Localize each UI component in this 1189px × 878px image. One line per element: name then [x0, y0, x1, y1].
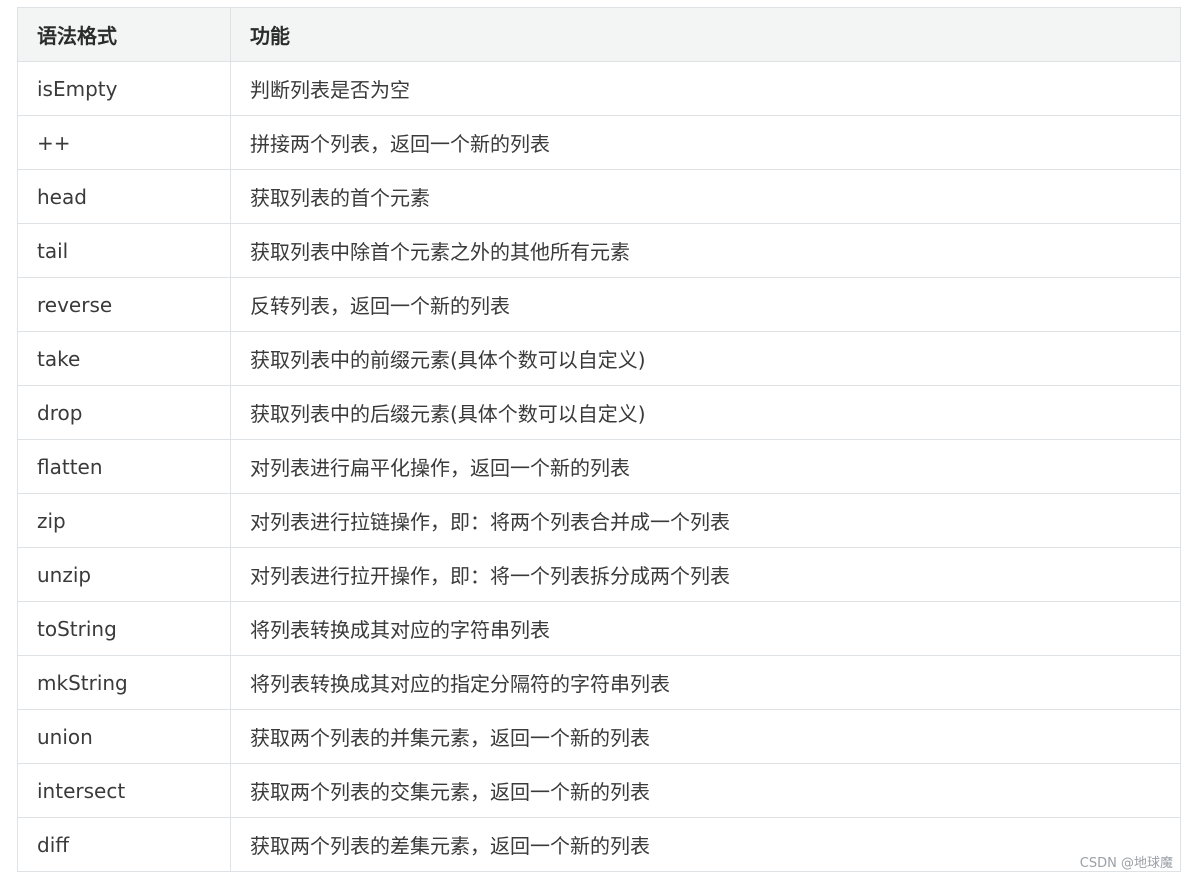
table-row: take 获取列表中的前缀元素(具体个数可以自定义)	[17, 331, 1181, 386]
syntax-cell: union	[17, 709, 231, 764]
table-row: union 获取两个列表的并集元素，返回一个新的列表	[17, 709, 1181, 764]
syntax-cell: unzip	[17, 547, 231, 602]
watermark: CSDN @地球魔	[1079, 856, 1173, 871]
syntax-cell: head	[17, 169, 231, 224]
table-body: isEmpty 判断列表是否为空 ++ 拼接两个列表，返回一个新的列表 head 获取列表…	[17, 61, 1181, 872]
function-cell: 对列表进行拉开操作，即：将一个列表拆分成两个列表	[230, 547, 1181, 602]
function-cell: 将列表转换成其对应的字符串列表	[230, 601, 1181, 656]
table-row: drop 获取列表中的后缀元素(具体个数可以自定义)	[17, 385, 1181, 440]
table-row: toString 将列表转换成其对应的字符串列表	[17, 601, 1181, 656]
table-row: head 获取列表的首个元素	[17, 169, 1181, 224]
syntax-table: 语法格式 功能 isEmpty 判断列表是否为空 ++ 拼接两个列表，返回一个新的列表…	[17, 7, 1181, 872]
syntax-cell: reverse	[17, 277, 231, 332]
syntax-cell: intersect	[17, 763, 231, 818]
function-cell: 将列表转换成其对应的指定分隔符的字符串列表	[230, 655, 1181, 710]
function-cell: 获取列表中除首个元素之外的其他所有元素	[230, 223, 1181, 278]
function-cell: 对列表进行拉链操作，即：将两个列表合并成一个列表	[230, 493, 1181, 548]
function-cell: 获取列表中的后缀元素(具体个数可以自定义)	[230, 385, 1181, 440]
table-row: unzip 对列表进行拉开操作，即：将一个列表拆分成两个列表	[17, 547, 1181, 602]
syntax-cell: flatten	[17, 439, 231, 494]
syntax-table-container: 语法格式 功能 isEmpty 判断列表是否为空 ++ 拼接两个列表，返回一个新的列表…	[17, 7, 1181, 872]
table-row: ++ 拼接两个列表，返回一个新的列表	[17, 115, 1181, 170]
table-row: intersect 获取两个列表的交集元素，返回一个新的列表	[17, 763, 1181, 818]
function-cell: 获取两个列表的交集元素，返回一个新的列表	[230, 763, 1181, 818]
table-row: flatten 对列表进行扁平化操作，返回一个新的列表	[17, 439, 1181, 494]
table-header-row: 语法格式 功能	[17, 7, 1181, 62]
function-cell: 获取列表中的前缀元素(具体个数可以自定义)	[230, 331, 1181, 386]
syntax-cell: toString	[17, 601, 231, 656]
function-cell: 拼接两个列表，返回一个新的列表	[230, 115, 1181, 170]
table-row: zip 对列表进行拉链操作，即：将两个列表合并成一个列表	[17, 493, 1181, 548]
table-row: mkString 将列表转换成其对应的指定分隔符的字符串列表	[17, 655, 1181, 710]
table-row: reverse 反转列表，返回一个新的列表	[17, 277, 1181, 332]
column-header-syntax: 语法格式	[17, 7, 231, 62]
syntax-cell: diff	[17, 817, 231, 872]
syntax-cell: take	[17, 331, 231, 386]
table-header: 语法格式 功能	[17, 7, 1181, 62]
syntax-cell: drop	[17, 385, 231, 440]
column-header-function: 功能	[230, 7, 1181, 62]
syntax-cell: ++	[17, 115, 231, 170]
syntax-cell: tail	[17, 223, 231, 278]
table-row: diff 获取两个列表的差集元素，返回一个新的列表	[17, 817, 1181, 872]
function-cell: 判断列表是否为空	[230, 61, 1181, 116]
syntax-cell: isEmpty	[17, 61, 231, 116]
table-row: isEmpty 判断列表是否为空	[17, 61, 1181, 116]
syntax-cell: zip	[17, 493, 231, 548]
function-cell: 反转列表，返回一个新的列表	[230, 277, 1181, 332]
table-row: tail 获取列表中除首个元素之外的其他所有元素	[17, 223, 1181, 278]
syntax-cell: mkString	[17, 655, 231, 710]
function-cell: 获取两个列表的并集元素，返回一个新的列表	[230, 709, 1181, 764]
function-cell: 对列表进行扁平化操作，返回一个新的列表	[230, 439, 1181, 494]
function-cell: 获取列表的首个元素	[230, 169, 1181, 224]
function-cell: 获取两个列表的差集元素，返回一个新的列表	[230, 817, 1181, 872]
